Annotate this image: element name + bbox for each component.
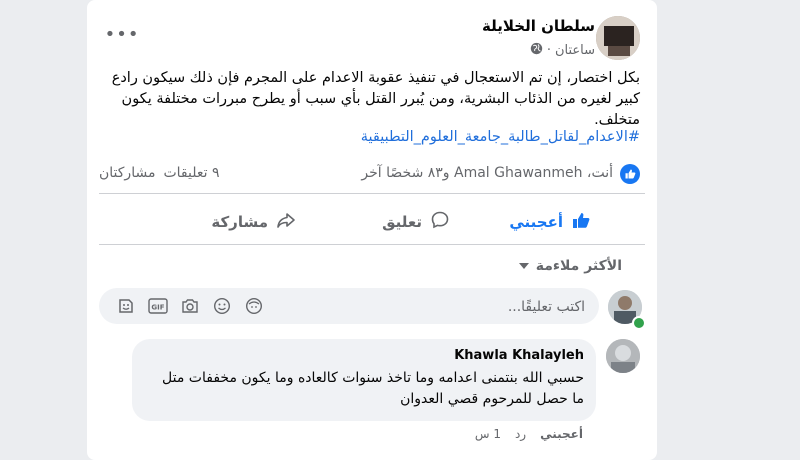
post-text: بكل اختصار، إن تم الاستعجال في تنفيذ عقو… bbox=[111, 70, 640, 128]
comment-actions: أعجبني رد 1 س bbox=[475, 427, 583, 441]
online-status-dot bbox=[632, 316, 646, 330]
comment-bubble: Khawla Khalayleh حسبي الله بنتمنى اعدامه… bbox=[132, 339, 596, 421]
post-card: سلطان الخلايلة ساعتان · ••• بكل اختصار، … bbox=[87, 0, 657, 460]
post-time[interactable]: ساعتان bbox=[555, 43, 595, 58]
comment-reply-link[interactable]: رد bbox=[515, 427, 526, 441]
comment-sort-dropdown[interactable]: الأكثر ملاءمة bbox=[518, 258, 622, 274]
share-count[interactable]: مشاركتان bbox=[99, 165, 155, 181]
camera-icon[interactable] bbox=[178, 296, 202, 316]
avatar-sticker-icon[interactable] bbox=[242, 296, 266, 316]
reactions-bar: أنت، Amal Ghawanmeh و٨٣ شخصًا آخر ٩ تعلي… bbox=[99, 162, 640, 186]
comment-text: حسبي الله بنتمنى اعدامه وما تاخذ سنوات ك… bbox=[162, 370, 584, 407]
globe-icon[interactable] bbox=[530, 42, 543, 59]
gif-icon[interactable]: GIF bbox=[146, 296, 170, 316]
svg-text:GIF: GIF bbox=[151, 304, 164, 312]
like-button-label: أعجبني bbox=[509, 213, 563, 231]
share-button-label: مشاركة bbox=[211, 213, 268, 231]
comment-button-label: تعليق bbox=[382, 213, 422, 231]
comment-input[interactable] bbox=[343, 288, 587, 326]
comment-composer[interactable]: GIF bbox=[99, 288, 599, 326]
meta-separator: · bbox=[546, 43, 551, 58]
comment-time[interactable]: 1 س bbox=[475, 427, 501, 441]
caret-down-icon bbox=[518, 258, 530, 274]
post-meta: ساعتان · bbox=[530, 42, 595, 59]
comment-icon bbox=[430, 210, 450, 234]
author-avatar[interactable] bbox=[596, 16, 640, 60]
divider bbox=[99, 244, 645, 245]
author-name[interactable]: سلطان الخلايلة bbox=[482, 17, 595, 35]
emoji-icon[interactable] bbox=[210, 296, 234, 316]
engagement-counts: ٩ تعليقات مشاركتان bbox=[99, 165, 219, 181]
comment-author[interactable]: Khawla Khalayleh bbox=[454, 348, 584, 363]
commenter-avatar[interactable] bbox=[606, 339, 640, 373]
reaction-names[interactable]: أنت، Amal Ghawanmeh و٨٣ شخصًا آخر bbox=[361, 165, 613, 181]
hashtag-link[interactable]: #الاعدام_لقاتل_طالبة_جامعة_العلوم_التطبي… bbox=[361, 129, 640, 145]
divider bbox=[99, 193, 645, 194]
comment-like-link[interactable]: أعجبني bbox=[540, 427, 583, 441]
sticker-icon[interactable] bbox=[114, 296, 138, 316]
share-icon bbox=[276, 210, 296, 234]
comment-count[interactable]: ٩ تعليقات bbox=[163, 165, 219, 181]
comment-button[interactable]: تعليق bbox=[382, 208, 450, 236]
thumbs-up-icon bbox=[571, 210, 591, 234]
sort-label: الأكثر ملاءمة bbox=[535, 258, 622, 274]
like-reaction-icon[interactable] bbox=[620, 164, 640, 184]
composer-icons: GIF bbox=[114, 296, 266, 316]
share-button[interactable]: مشاركة bbox=[211, 208, 296, 236]
like-button[interactable]: أعجبني bbox=[509, 208, 591, 236]
more-icon[interactable]: ••• bbox=[105, 24, 139, 45]
